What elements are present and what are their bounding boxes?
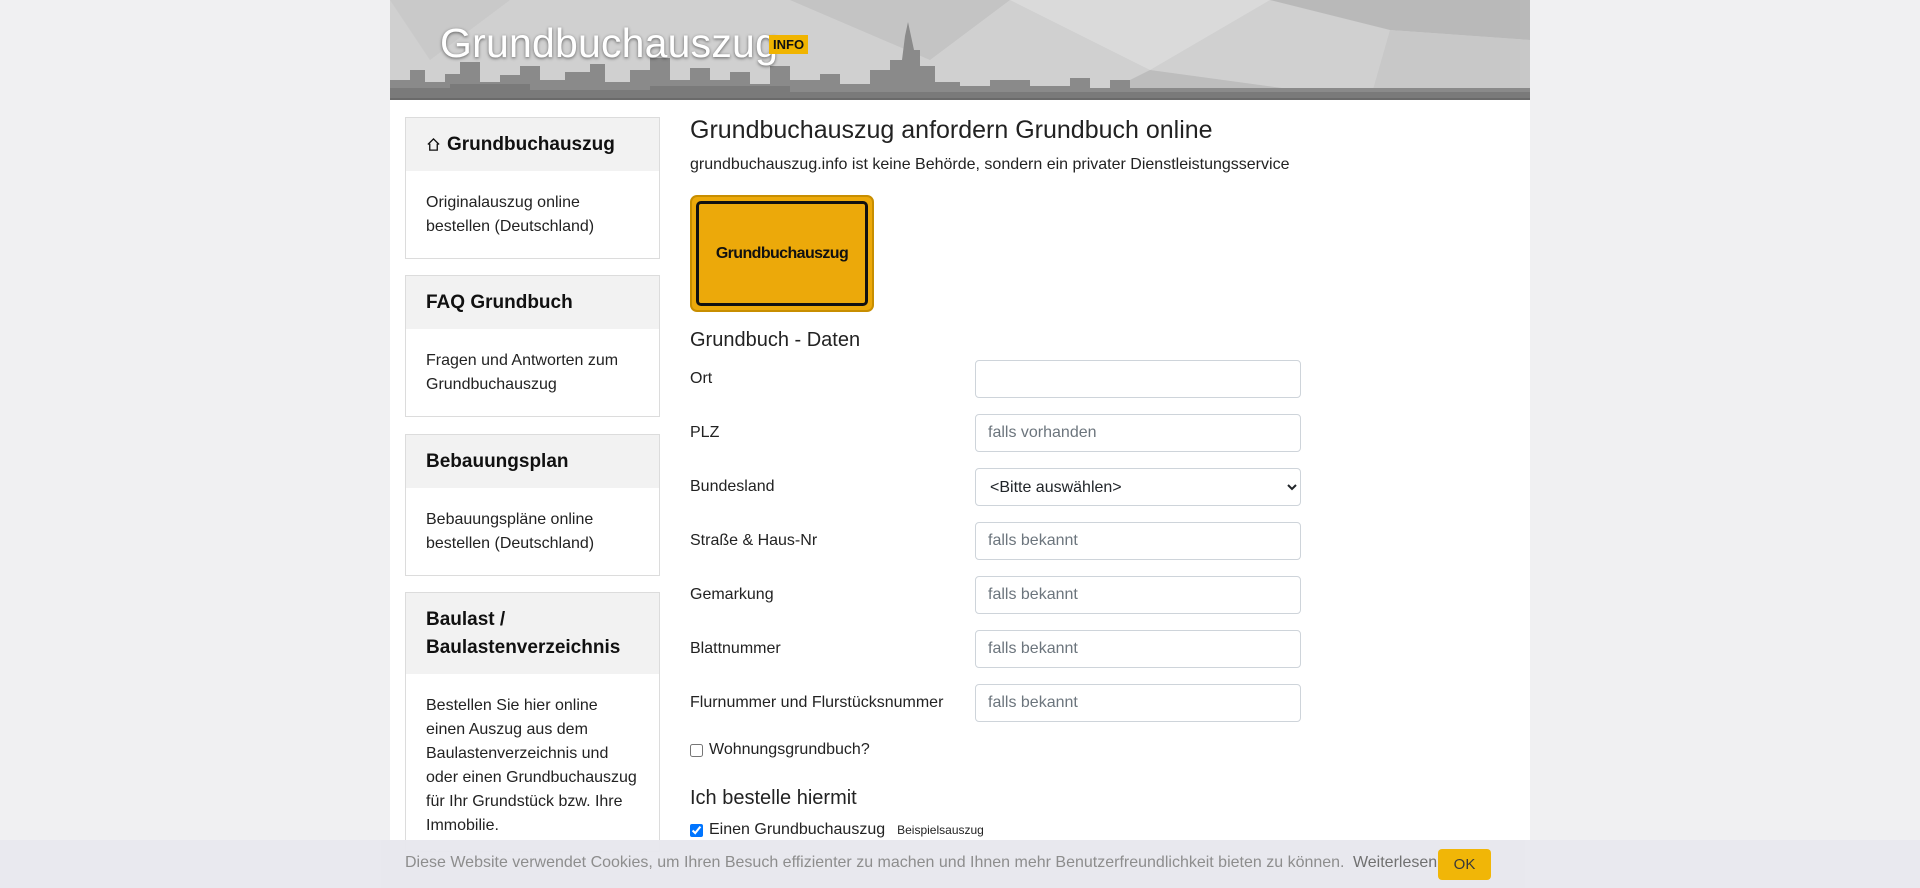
wohnungsgrundbuch-label: Wohnungsgrundbuch?	[709, 741, 870, 758]
page-container: Grundbuchauszug INFO Grundbuchauszug Ori…	[390, 0, 1530, 888]
sidebar-card-title: Baulast / Baulastenverzeichnis	[426, 608, 621, 658]
info-badge: INFO	[769, 35, 809, 54]
blattnummer-input[interactable]	[975, 630, 1301, 668]
section-title-bestellung: Ich bestelle hiermit	[690, 787, 857, 809]
ort-label: Ort	[690, 370, 713, 387]
bundesland-select[interactable]: <Bitte auswählen>	[975, 468, 1301, 506]
blattnummer-label: Blattnummer	[690, 640, 781, 657]
gemarkung-input[interactable]	[975, 576, 1301, 614]
section-title-grundbuch-daten: Grundbuch - Daten	[690, 329, 861, 351]
wohnungsgrundbuch-checkbox-row[interactable]: Wohnungsgrundbuch?	[690, 741, 870, 759]
cookie-ok-button[interactable]: OK	[1438, 849, 1491, 880]
strasse-label: Straße & Haus-Nr	[690, 532, 818, 549]
sidebar-card-header[interactable]: Grundbuchauszug	[406, 118, 659, 171]
wohnungsgrundbuch-checkbox[interactable]	[690, 743, 703, 757]
bundesland-label: Bundesland	[690, 478, 775, 495]
plz-input[interactable]	[975, 414, 1301, 452]
sidebar-card-text: Bestellen Sie hier online einen Auszug a…	[426, 697, 637, 834]
sidebar-card-header[interactable]: Bebauungsplan	[406, 435, 659, 488]
logo-text: Grundbuchauszug	[696, 201, 868, 306]
order-grundbuchauszug-label: Einen Grundbuchauszug	[709, 821, 886, 838]
sidebar-card-header[interactable]: Baulast / Baulastenverzeichnis	[406, 593, 659, 674]
site-title[interactable]: Grundbuchauszug	[440, 20, 778, 67]
cookie-bar: Diese Website verwendet Cookies, um Ihre…	[0, 840, 1920, 888]
sidebar-card-faq: FAQ Grundbuch Fragen und Antworten zum G…	[405, 275, 660, 417]
plz-label: PLZ	[690, 424, 720, 441]
sidebar-card-grundbuchauszug: Grundbuchauszug Originalauszug online be…	[405, 117, 660, 259]
sidebar-card-text: Bebauungspläne online bestellen (Deutsch…	[426, 511, 595, 552]
strasse-input[interactable]	[975, 522, 1301, 560]
sidebar-card-title: Grundbuchauszug	[447, 133, 615, 155]
sidebar-card-text: Fragen und Antworten zum Grundbuchauszug	[426, 352, 619, 393]
town-sign-logo: Grundbuchauszug	[690, 195, 874, 312]
site-header: Grundbuchauszug INFO	[390, 0, 1530, 100]
sidebar-card-title: FAQ Grundbuch	[426, 291, 573, 313]
sidebar-card-title: Bebauungsplan	[426, 450, 569, 472]
sidebar-card-bebauungsplan: Bebauungsplan Bebauungspläne online best…	[405, 434, 660, 576]
beispielsauszug-link[interactable]: Beispielsauszug	[897, 823, 984, 837]
sidebar-card-text: Originalauszug online bestellen (Deutsch…	[426, 194, 595, 235]
sidebar-card-baulast: Baulast / Baulastenverzeichnis Bestellen…	[405, 592, 660, 852]
order-grundbuchauszug-row[interactable]: Einen Grundbuchauszug Beispielsauszug	[690, 821, 984, 839]
page-title: Grundbuchauszug anfordern Grundbuch onli…	[690, 116, 1213, 144]
order-grundbuchauszug-checkbox[interactable]	[690, 823, 703, 837]
sidebar-card-header[interactable]: FAQ Grundbuch	[406, 276, 659, 329]
flurnummer-input[interactable]	[975, 684, 1301, 722]
gemarkung-label: Gemarkung	[690, 586, 774, 603]
cookie-text-wrapper: Diese Website verwendet Cookies, um Ihre…	[405, 854, 1437, 872]
cookie-read-more-link[interactable]: Weiterlesen	[1353, 854, 1437, 871]
flurnummer-label: Flurnummer und Flurstücksnummer	[690, 694, 944, 711]
ort-input[interactable]	[975, 360, 1301, 398]
cookie-message: Diese Website verwendet Cookies, um Ihre…	[405, 854, 1345, 871]
page-subtitle: grundbuchauszug.info ist keine Behörde, …	[690, 156, 1290, 173]
home-icon	[427, 137, 440, 151]
